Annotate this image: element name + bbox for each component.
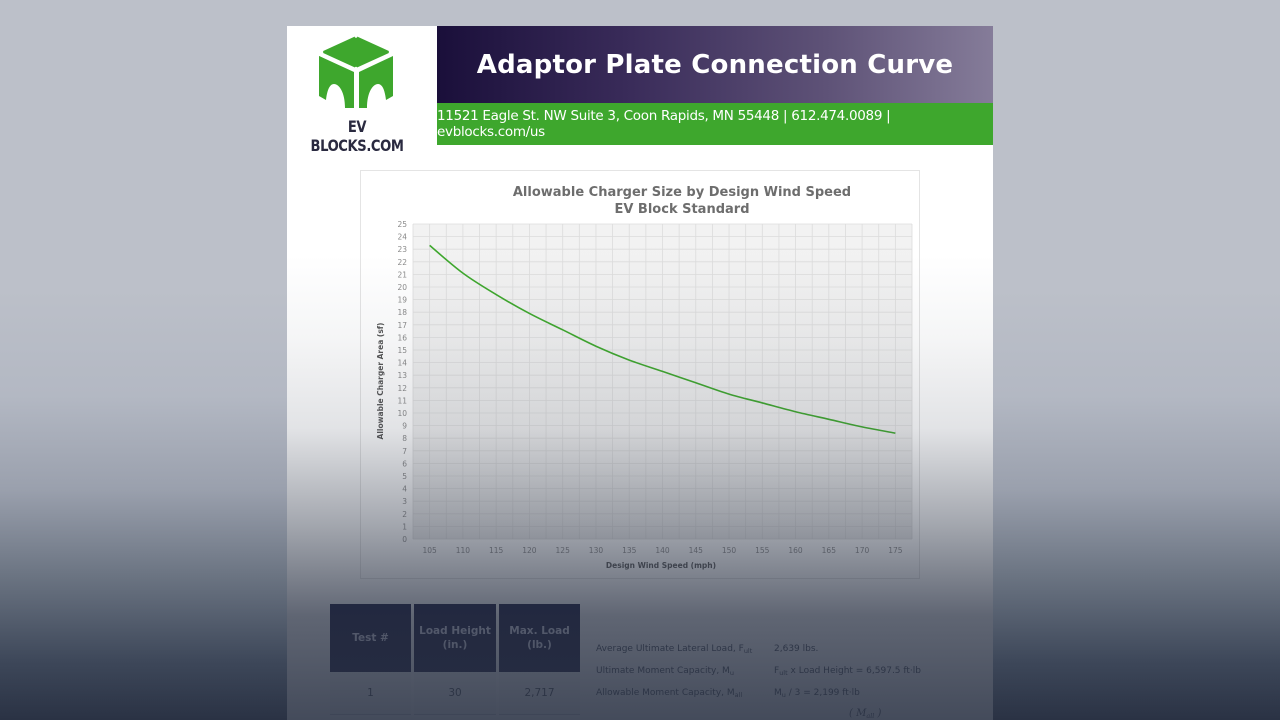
header-line: Test # — [352, 632, 389, 644]
x-axis-label: Design Wind Speed (mph) — [606, 561, 716, 570]
x-tick-label: 160 — [788, 546, 803, 555]
y-tick-label: 7 — [402, 447, 407, 456]
table-header-row: Test # Load Height (in.) Max. Load (lb.) — [330, 604, 580, 672]
x-tick-label: 150 — [722, 546, 737, 555]
calculation-label: Allowable Moment Capacity, Mall — [596, 688, 743, 699]
y-tick-label: 22 — [397, 258, 407, 267]
y-tick-label: 14 — [397, 359, 407, 368]
y-tick-label: 18 — [397, 308, 407, 317]
x-tick-label: 140 — [655, 546, 670, 555]
table-header-cell: Max. Load (lb.) — [499, 604, 580, 672]
calculation-row: Allowable Moment Capacity, Mall Mu / 3 = … — [596, 688, 976, 710]
y-axis-label: Allowable Charger Area (sf) — [376, 323, 385, 440]
logo-text: EV BLOCKS.COM — [310, 117, 404, 155]
calculation-value: Mu / 3 = 2,199 ft·lb — [774, 688, 860, 699]
document-page: EV BLOCKS.COM Adaptor Plate Connection C… — [287, 26, 993, 720]
y-tick-label: 6 — [402, 459, 407, 468]
y-tick-label: 25 — [397, 220, 407, 229]
calculation-value: 2,639 lbs. — [774, 644, 819, 654]
calculation-label: Average Ultimate Lateral Load, Fult — [596, 644, 753, 655]
x-tick-label: 115 — [489, 546, 504, 555]
y-tick-label: 15 — [397, 346, 407, 355]
calculation-row: Average Ultimate Lateral Load, Fult 2,639… — [596, 644, 976, 666]
x-tick-label: 105 — [422, 546, 437, 555]
y-tick-label: 8 — [402, 434, 407, 443]
x-tick-label: 175 — [888, 546, 903, 555]
title-banner: Adaptor Plate Connection Curve — [437, 26, 993, 103]
y-tick-label: 16 — [397, 333, 407, 342]
y-tick-label: 10 — [397, 409, 407, 418]
calculations-block: Average Ultimate Lateral Load, Fult 2,639… — [596, 644, 976, 710]
y-tick-label: 12 — [397, 384, 407, 393]
y-tick-label: 3 — [402, 497, 407, 506]
x-tick-label: 130 — [589, 546, 604, 555]
formula-partial: ( Mall ) — [849, 708, 881, 720]
formula-text: ( M — [849, 708, 867, 719]
test-results-table: Test # Load Height (in.) Max. Load (lb.) 1 30… — [327, 604, 583, 715]
y-tick-label: 19 — [397, 296, 407, 305]
y-tick-label: 11 — [397, 396, 407, 405]
y-tick-label: 2 — [402, 510, 407, 519]
x-tick-label: 155 — [755, 546, 770, 555]
y-tick-label: 9 — [402, 422, 407, 431]
chart-svg: Allowable Charger Size by Design Wind Sp… — [376, 185, 913, 570]
calculation-value: Fult x Load Height = 6,597.5 ft·lb — [774, 666, 922, 677]
y-tick-label: 20 — [397, 283, 407, 292]
company-address: 11521 Eagle St. NW Suite 3, Coon Rapids,… — [437, 108, 891, 140]
x-tick-label: 125 — [556, 546, 571, 555]
cube-block-icon — [319, 35, 393, 108]
x-tick-label: 135 — [622, 546, 637, 555]
y-tick-label: 24 — [397, 233, 407, 242]
address-banner: 11521 Eagle St. NW Suite 3, Coon Rapids,… — [437, 103, 993, 145]
formula-end: ) — [874, 708, 882, 719]
table-header-cell: Load Height (in.) — [414, 604, 496, 672]
x-tick-labels: 105 110 115 120 125 130 135 140 145 150 155 160 165 1… — [422, 546, 902, 555]
y-tick-label: 21 — [397, 270, 407, 279]
table-header-cell: Test # — [330, 604, 411, 672]
header-line: (in.) — [442, 639, 468, 651]
table-cell: 30 — [414, 672, 496, 715]
x-tick-label: 145 — [689, 546, 704, 555]
x-tick-label: 165 — [822, 546, 837, 555]
y-tick-label: 23 — [397, 245, 407, 254]
y-tick-label: 5 — [402, 472, 407, 481]
logo: EV BLOCKS.COM — [287, 26, 437, 155]
y-tick-label: 13 — [397, 371, 407, 380]
x-tick-label: 110 — [456, 546, 471, 555]
table-cell: 1 — [330, 672, 411, 715]
y-tick-label: 0 — [402, 535, 407, 544]
chart-subtitle: EV Block Standard — [614, 202, 749, 217]
chart: Allowable Charger Size by Design Wind Sp… — [360, 170, 920, 579]
chart-title: Allowable Charger Size by Design Wind Sp… — [513, 185, 851, 200]
table-body: 1 30 2,717 — [330, 672, 580, 715]
document-title: Adaptor Plate Connection Curve — [476, 49, 954, 80]
y-tick-label: 17 — [397, 321, 407, 330]
header-line: (lb.) — [527, 639, 552, 651]
table-cell: 2,717 — [499, 672, 580, 715]
header-line: Max. Load — [509, 625, 570, 637]
y-tick-label: 4 — [402, 485, 407, 494]
table-row: 1 30 2,717 — [330, 672, 580, 715]
calculation-label: Ultimate Moment Capacity, Mu — [596, 666, 734, 677]
header-line: Load Height — [419, 625, 491, 637]
calculation-row: Ultimate Moment Capacity, Mu Fult x Load … — [596, 666, 976, 688]
y-tick-labels: 0123456789101112131415161718192021222324… — [397, 220, 407, 544]
y-tick-label: 1 — [402, 522, 407, 531]
x-tick-label: 170 — [855, 546, 870, 555]
x-tick-label: 120 — [522, 546, 537, 555]
